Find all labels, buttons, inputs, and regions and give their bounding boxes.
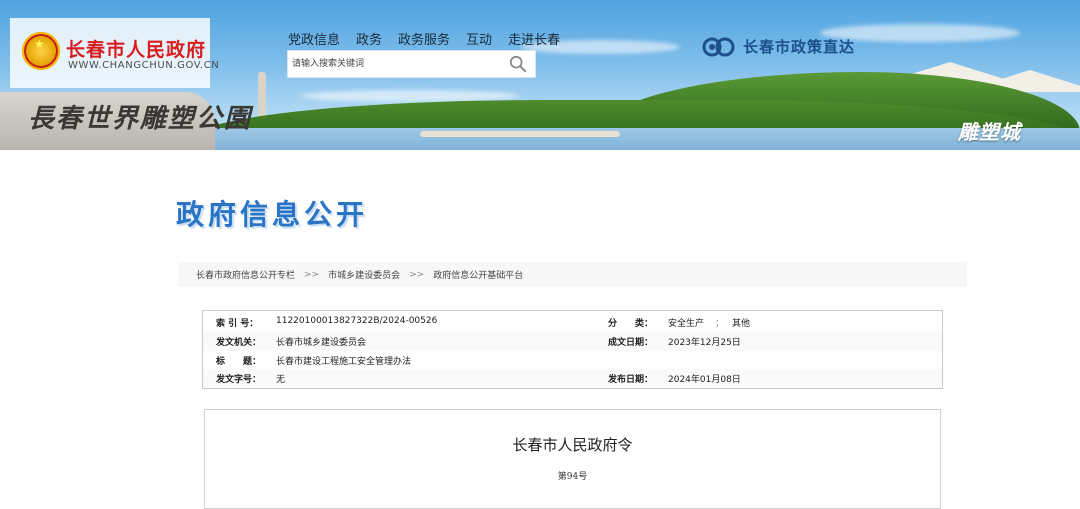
published-date-label: 发布日期：	[608, 375, 654, 385]
breadcrumb-separator: >>	[304, 269, 320, 280]
breadcrumb-item-gov-info-column[interactable]: 长春市政府信息公开专栏	[196, 268, 295, 281]
meta-row: 发文字号： 无 发布日期： 2024年01月08日	[203, 369, 942, 388]
national-emblem-icon[interactable]: ★	[22, 32, 60, 70]
document-body: 长春市人民政府令 第94号	[204, 409, 941, 509]
created-date-label: 成文日期：	[608, 338, 654, 348]
stone-inscription: 長春世界雕塑公園	[28, 104, 253, 134]
category-label: 分 类：	[608, 319, 654, 329]
doc-number-label: 发文字号：	[216, 375, 262, 385]
breadcrumb-separator: >>	[409, 269, 425, 280]
title-value: 长春市建设工程施工安全管理办法	[276, 357, 412, 367]
site-name[interactable]: 长春市人民政府	[66, 35, 206, 62]
meta-row: 标 题： 长春市建设工程施工安全管理办法	[203, 351, 942, 370]
monument-tower	[258, 72, 266, 120]
policy-logo-icon	[702, 37, 735, 56]
category-separator: ；	[715, 319, 725, 329]
nav-item-about-changchun[interactable]: 走进长春	[508, 29, 560, 48]
policy-direct-link[interactable]: 长春市政策直达	[701, 36, 855, 57]
index-value: 11220100013827322B/2024-00526	[276, 316, 438, 326]
category-value-secondary: 其他	[732, 319, 751, 329]
nav-item-government-affairs[interactable]: 政务	[356, 29, 382, 48]
sculpture-city-text: 雕塑城	[958, 120, 1021, 144]
document-heading: 长春市人民政府令	[512, 436, 633, 454]
bridge	[420, 131, 620, 137]
top-nav: 党政信息 政务 政务服务 互动 走进长春	[288, 29, 576, 48]
breadcrumb: 长春市政府信息公开专栏 >> 市城乡建设委员会 >> 政府信息公开基础平台	[178, 262, 967, 287]
search-input[interactable]	[292, 55, 502, 73]
issuer-label: 发文机关：	[216, 338, 262, 348]
breadcrumb-item-construction-committee[interactable]: 市城乡建设委员会	[328, 268, 400, 281]
doc-number-value: 无	[276, 375, 286, 385]
published-date-value: 2024年01月08日	[668, 375, 741, 385]
title-label: 标 题：	[216, 357, 262, 367]
category-value: 安全生产	[668, 319, 705, 329]
index-label: 索 引 号：	[216, 319, 259, 329]
search-icon[interactable]	[509, 55, 527, 73]
created-date-value: 2023年12月25日	[668, 338, 741, 348]
issuer-value: 长春市城乡建设委员会	[276, 338, 367, 348]
document-metadata-table: 索 引 号： 11220100013827322B/2024-00526 分 类…	[202, 310, 943, 389]
nav-item-services[interactable]: 政务服务	[398, 29, 450, 48]
nav-item-interaction[interactable]: 互动	[466, 29, 492, 48]
search-box	[287, 50, 536, 78]
breadcrumb-item-disclosure-platform[interactable]: 政府信息公开基础平台	[433, 268, 523, 281]
page-title: 政府信息公开	[176, 198, 369, 231]
site-url[interactable]: WWW.CHANGCHUN.GOV.CN	[68, 60, 219, 71]
policy-label: 长春市政策直达	[743, 38, 856, 56]
meta-row: 发文机关： 长春市城乡建设委员会 成文日期： 2023年12月25日	[203, 332, 942, 351]
meta-row: 索 引 号： 11220100013827322B/2024-00526 分 类…	[203, 313, 942, 332]
document-number: 第94号	[557, 472, 588, 482]
nav-item-party-news[interactable]: 党政信息	[288, 29, 340, 48]
